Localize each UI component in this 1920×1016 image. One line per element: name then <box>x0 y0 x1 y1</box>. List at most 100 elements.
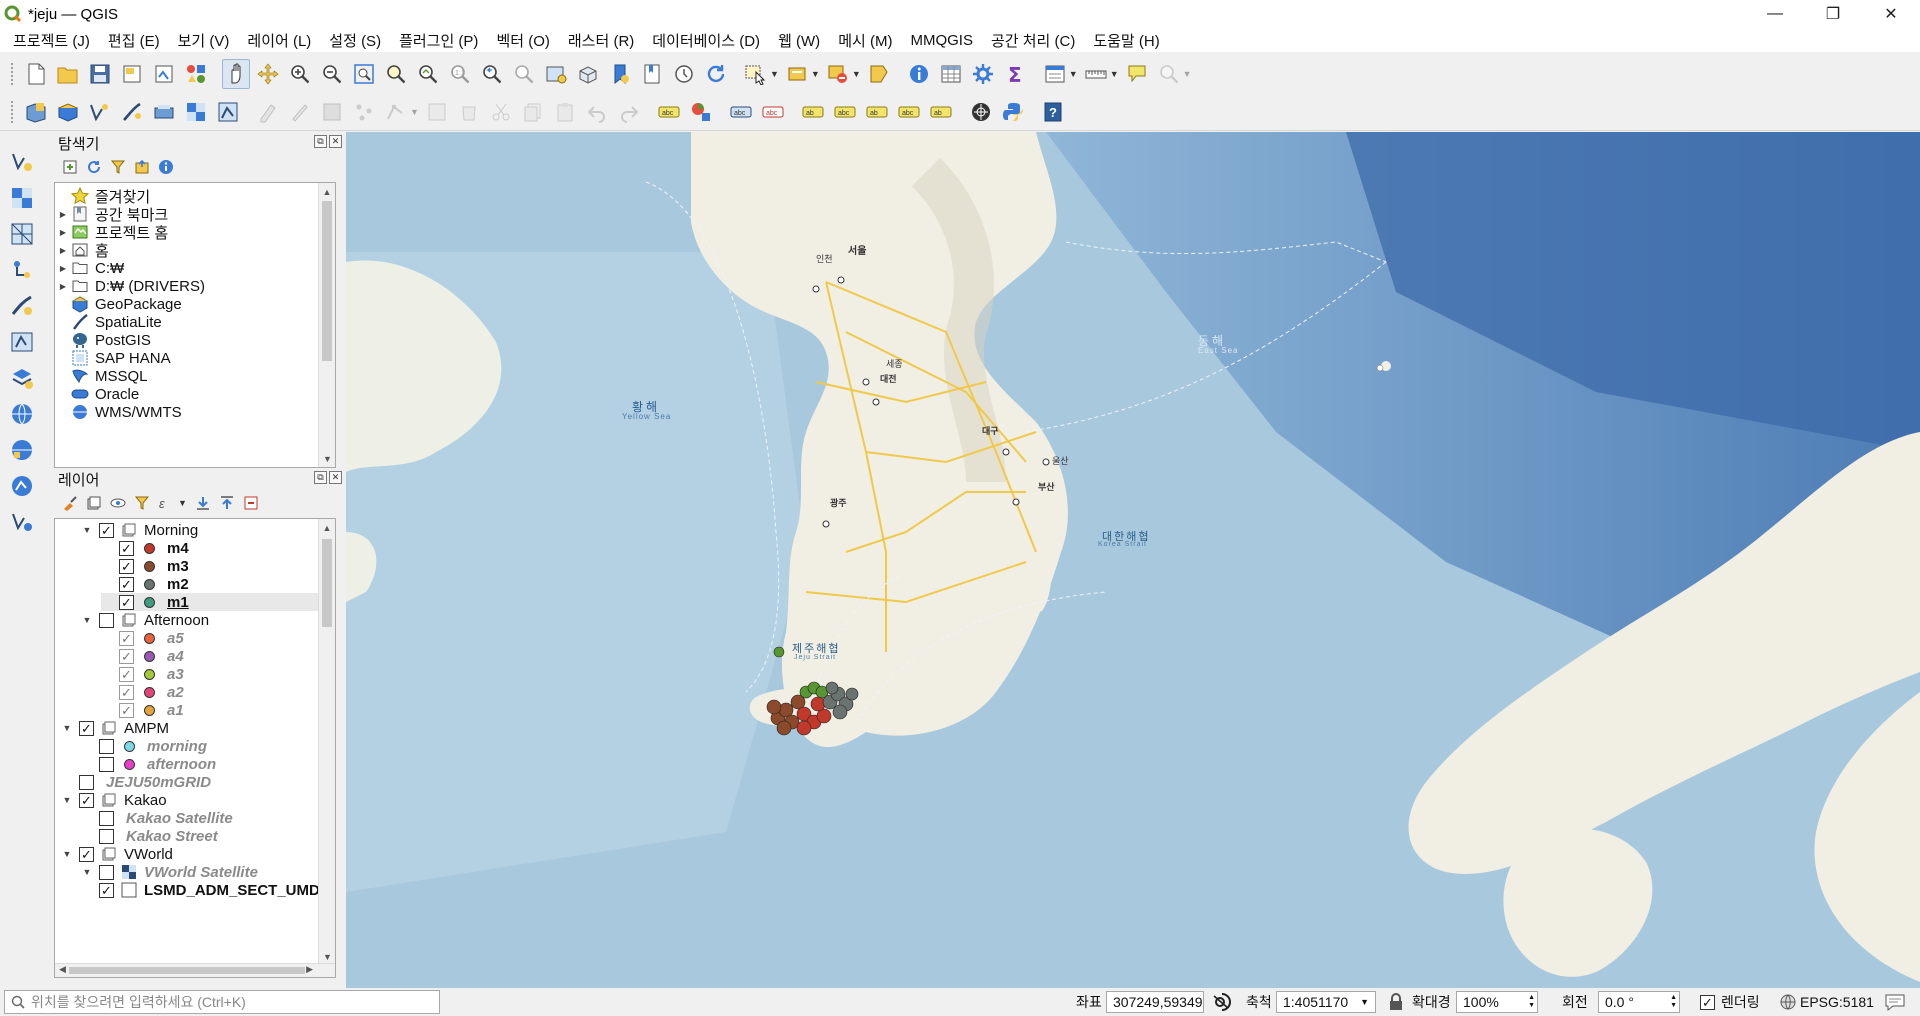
layer-visibility-checkbox[interactable]: ✓ <box>119 630 134 646</box>
quickmapservices-icon[interactable] <box>967 97 995 127</box>
layer-visibility-checkbox[interactable]: ✓ <box>119 540 134 556</box>
menu-vector[interactable]: 벡터 (O) <box>487 30 558 51</box>
layer-visibility-checkbox[interactable] <box>79 774 94 790</box>
add-wms-icon[interactable] <box>8 399 36 429</box>
remove-layer-icon[interactable] <box>241 493 261 513</box>
move-label-icon[interactable]: ab <box>799 97 827 127</box>
add-vector-layer-icon[interactable] <box>214 97 242 127</box>
crs-button[interactable]: EPSG:5181 <box>1800 994 1874 1010</box>
layer-item[interactable]: ▼ VWorld Satellite <box>81 863 258 881</box>
add-wkt-icon[interactable] <box>8 291 36 321</box>
new-3d-view-icon[interactable] <box>574 59 602 89</box>
add-wcs-icon[interactable] <box>8 435 36 465</box>
deselect-features-icon[interactable] <box>824 59 852 89</box>
layer-visibility-checkbox[interactable] <box>99 810 114 826</box>
expand-arrow-icon[interactable]: ▶ <box>57 226 69 238</box>
map-canvas[interactable]: 서울 인천 세종 대전 대구 울산 부산 광주 황해 Yellow Sea 동해… <box>346 132 1920 988</box>
select-by-value-icon[interactable] <box>783 59 811 89</box>
vertex-dropdown-icon[interactable]: ▼ <box>410 107 419 117</box>
layout-manager-icon[interactable] <box>150 59 178 89</box>
open-project-icon[interactable] <box>54 59 82 89</box>
toggle-editing-icon[interactable] <box>286 97 314 127</box>
redo-icon[interactable] <box>615 97 643 127</box>
expand-arrow-icon[interactable]: ▼ <box>81 866 93 878</box>
modify-attributes-icon[interactable] <box>423 97 451 127</box>
layer-item[interactable]: ▼ ✓ AMPM <box>61 719 169 737</box>
layer-item[interactable]: ✓ m3 <box>101 557 189 575</box>
layer-item[interactable]: ✓ m1 <box>101 593 319 611</box>
scroll-down-icon[interactable]: ▼ <box>319 450 335 467</box>
rotation-spinbox[interactable]: 0.0 ° ▲ ▼ <box>1598 991 1680 1013</box>
browser-scrollbar[interactable]: ▲ ▼ <box>318 183 335 467</box>
undo-icon[interactable] <box>583 97 611 127</box>
help-icon[interactable]: ? <box>1039 97 1067 127</box>
select-dropdown-icon[interactable]: ▼ <box>770 69 779 79</box>
diagram-options-icon[interactable] <box>687 97 715 127</box>
layer-visibility-checkbox[interactable] <box>99 738 114 754</box>
pan-map-icon[interactable] <box>222 59 250 89</box>
select-location-icon[interactable] <box>865 59 893 89</box>
menu-web[interactable]: 웹 (W) <box>769 30 829 51</box>
layer-visibility-checkbox[interactable]: ✓ <box>99 882 114 898</box>
toolbar-handle[interactable] <box>10 99 14 124</box>
browser-item[interactable]: GeoPackage <box>57 295 182 313</box>
layer-item[interactable]: ✓ m2 <box>101 575 189 593</box>
manage-map-themes-icon[interactable] <box>108 493 128 513</box>
collapse-all-icon[interactable] <box>132 157 152 177</box>
pin-labels-icon[interactable]: abc <box>727 97 755 127</box>
add-selected-layers-icon[interactable] <box>60 157 80 177</box>
expand-arrow-icon[interactable]: ▶ <box>57 280 69 292</box>
show-bookmarks-icon[interactable] <box>638 59 666 89</box>
change-label-icon[interactable]: abc <box>895 97 923 127</box>
add-virtual-layer-icon[interactable] <box>8 327 36 357</box>
layer-item[interactable]: ✓ a5 <box>101 629 184 647</box>
measure-dropdown-icon[interactable]: ▼ <box>1110 69 1119 79</box>
highlight-pinned-labels-icon[interactable]: abc <box>759 97 787 127</box>
layer-item[interactable]: morning <box>81 737 207 755</box>
browser-item[interactable]: ▶ C:₩ <box>57 259 124 277</box>
layer-item[interactable]: ▼ ✓ VWorld <box>61 845 173 863</box>
close-panel-button[interactable]: ✕ <box>329 471 342 484</box>
layer-visibility-checkbox[interactable] <box>99 828 114 844</box>
minimize-button[interactable]: — <box>1746 0 1804 28</box>
magnifier-spinbox[interactable]: 100% ▲ ▼ <box>1456 991 1538 1013</box>
layer-item[interactable]: ✓ a1 <box>101 701 184 719</box>
refresh-browser-icon[interactable] <box>84 157 104 177</box>
layer-item[interactable]: ▼ ✓ Morning <box>81 521 199 539</box>
layer-visibility-checkbox[interactable]: ✓ <box>119 594 134 610</box>
menu-plugins[interactable]: 플러그인 (P) <box>390 30 487 51</box>
menu-view[interactable]: 보기 (V) <box>169 30 239 51</box>
layer-visibility-checkbox[interactable]: ✓ <box>119 666 134 682</box>
new-project-icon[interactable] <box>22 59 50 89</box>
toggle-extents-icon[interactable] <box>1212 992 1232 1012</box>
add-mesh-icon[interactable] <box>8 219 36 249</box>
new-print-layout-icon[interactable] <box>118 59 146 89</box>
zoom-out-icon[interactable] <box>318 59 346 89</box>
data-source-manager-icon[interactable] <box>22 97 50 127</box>
copy-features-icon[interactable] <box>519 97 547 127</box>
add-vector-tile-icon[interactable] <box>8 363 36 393</box>
layer-visibility-checkbox[interactable] <box>99 612 114 628</box>
expand-arrow-icon[interactable]: ▶ <box>57 244 69 256</box>
layer-visibility-checkbox[interactable]: ✓ <box>119 648 134 664</box>
maximize-button[interactable]: ❐ <box>1804 0 1862 28</box>
layer-item[interactable]: Kakao Street <box>81 827 218 845</box>
cut-features-icon[interactable] <box>487 97 515 127</box>
expand-arrow-icon[interactable]: ▼ <box>61 722 73 734</box>
layer-visibility-checkbox[interactable]: ✓ <box>119 576 134 592</box>
render-checkbox[interactable]: ✓ <box>1700 994 1715 1010</box>
browser-item[interactable]: WMS/WMTS <box>57 403 182 421</box>
field-calculator-dropdown-icon[interactable]: ▼ <box>1069 69 1078 79</box>
new-virtual-layer-icon[interactable] <box>150 97 178 127</box>
menu-database[interactable]: 데이터베이스 (D) <box>643 30 769 51</box>
browser-item[interactable]: ▶ 공간 북마크 <box>57 205 168 224</box>
filter-dropdown-icon[interactable]: ▼ <box>178 498 187 508</box>
close-panel-button[interactable]: ✕ <box>329 135 342 148</box>
add-point-icon[interactable] <box>350 97 378 127</box>
layer-item[interactable]: ✓ m4 <box>101 539 189 557</box>
layer-item[interactable]: ✓ a2 <box>101 683 184 701</box>
browser-item[interactable]: ▶ 홈 <box>57 241 109 260</box>
menu-mmqgis[interactable]: MMQGIS <box>901 32 982 49</box>
coordinate-field[interactable]: 307249,59349 <box>1106 991 1204 1013</box>
expand-arrow-icon[interactable]: ▼ <box>81 614 93 626</box>
